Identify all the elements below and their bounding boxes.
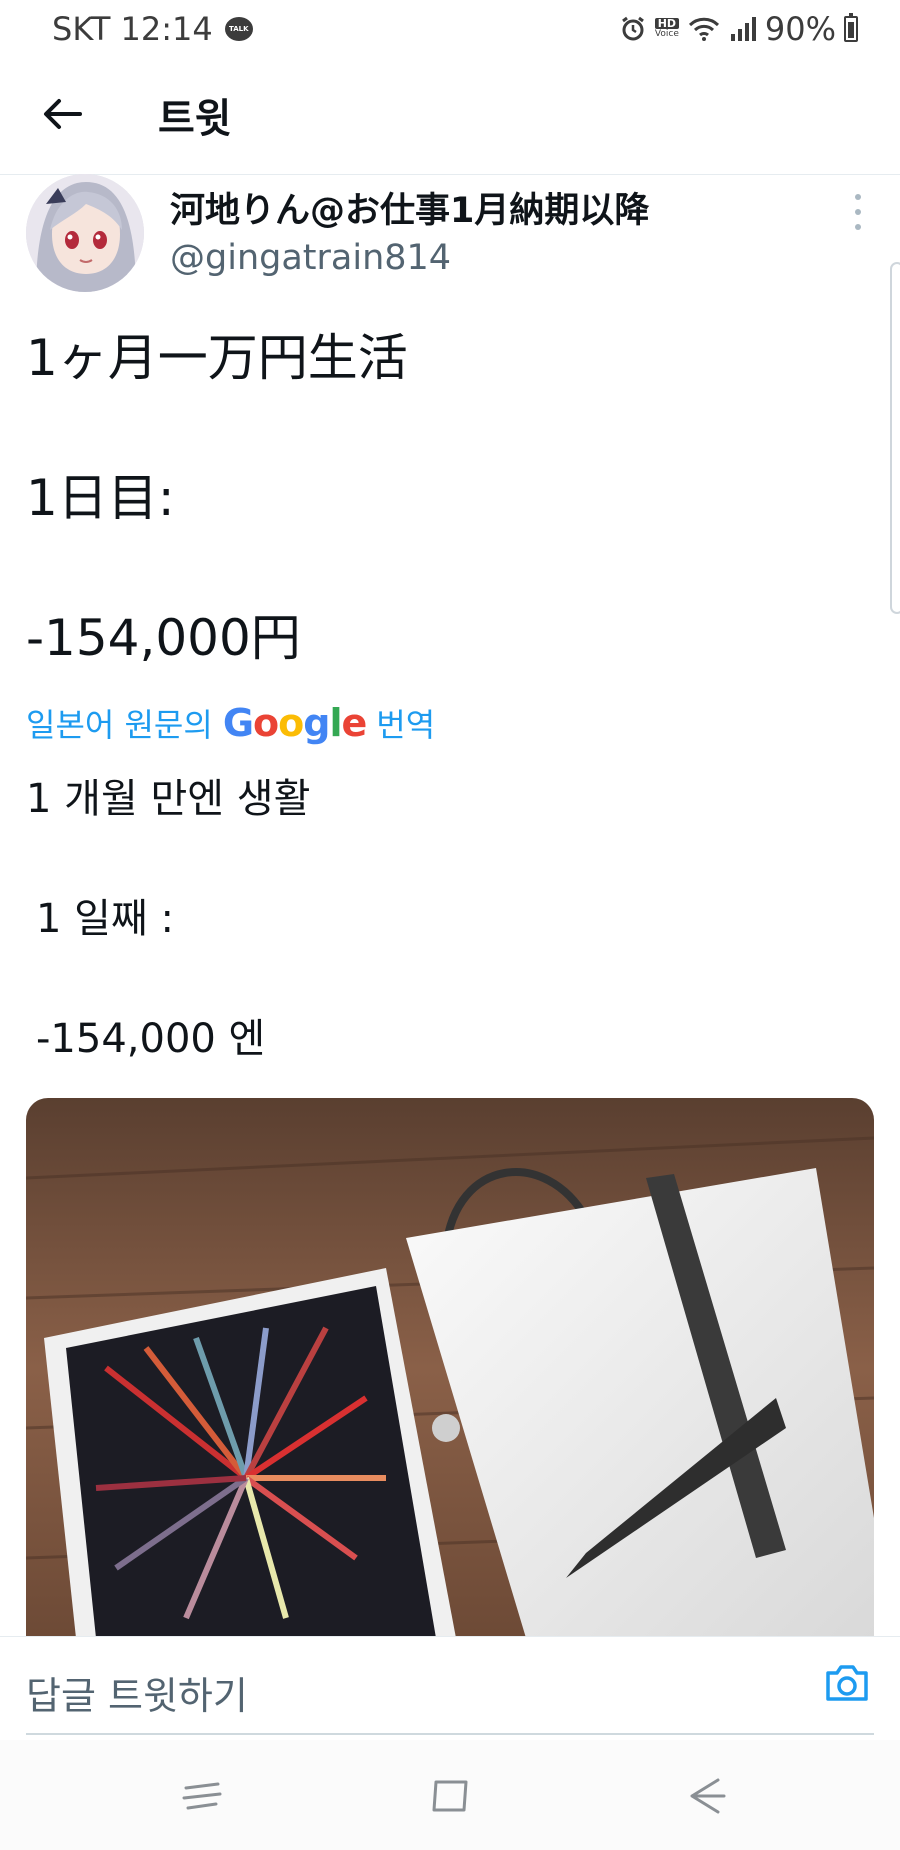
translated-by-google[interactable]: 일본어 원문의 Google 번역 — [26, 700, 435, 746]
translate-suffix: 번역 — [376, 706, 436, 744]
page-title: 트윗 — [158, 96, 232, 142]
signal-icon — [730, 17, 756, 41]
recent-apps-icon — [182, 1782, 222, 1810]
nav-back-button[interactable] — [680, 1770, 732, 1822]
tweet-photo[interactable] — [26, 1098, 874, 1638]
ipad-and-keyboard-photo-icon — [26, 1098, 874, 1638]
google-letter: o — [278, 701, 304, 745]
status-bar: SKT 12:14 TALK HD Voice 90% — [0, 0, 900, 56]
arrow-left-icon — [44, 99, 82, 129]
hd-label: HD — [654, 18, 679, 29]
translate-prefix: 일본어 원문의 — [26, 706, 213, 744]
google-logo: Google — [222, 701, 367, 745]
carrier-time: SKT 12:14 — [52, 10, 213, 48]
avatar[interactable] — [26, 174, 144, 292]
camera-icon — [826, 1665, 868, 1701]
status-left: SKT 12:14 TALK — [52, 10, 253, 48]
app-header: 트윗 — [0, 56, 900, 175]
recent-apps-button[interactable] — [178, 1770, 230, 1822]
tweet-text-line: 1ヶ月一万円生活 — [26, 329, 408, 387]
tweet-text-line: 1日目: — [26, 469, 175, 527]
battery-icon — [844, 13, 858, 42]
divider — [26, 1733, 874, 1735]
google-letter: l — [329, 701, 342, 745]
alarm-icon — [622, 16, 644, 41]
user-handle[interactable]: @gingatrain814 — [170, 238, 451, 278]
display-name[interactable]: 河地りん@お仕事1月納期以降 — [170, 182, 649, 233]
tweet-text-line: -154,000円 — [26, 609, 301, 667]
more-dot — [855, 194, 861, 201]
translated-text-line: 1 일째 : — [36, 896, 174, 942]
back-icon — [690, 1778, 726, 1814]
google-letter: e — [341, 701, 367, 745]
google-letter: g — [303, 701, 330, 745]
kakaotalk-notification-icon: TALK — [224, 17, 253, 41]
reply-bar: 답글 트윗하기 — [0, 1636, 900, 1741]
system-navigation-bar — [0, 1740, 900, 1850]
back-button[interactable] — [34, 86, 90, 142]
anime-avatar-icon — [26, 174, 144, 292]
translated-text-line: -154,000 엔 — [36, 1016, 266, 1062]
scrollbar-handle[interactable] — [890, 262, 900, 614]
voice-label: Voice — [654, 29, 679, 39]
status-right: HD Voice 90% — [619, 10, 858, 48]
google-letter: o — [253, 701, 279, 745]
more-dot — [855, 208, 861, 215]
more-dot — [855, 223, 861, 230]
more-options-button[interactable] — [848, 190, 868, 234]
translated-text-line: 1 개월 만엔 생활 — [26, 776, 311, 822]
home-button[interactable] — [424, 1770, 476, 1822]
camera-button[interactable] — [822, 1657, 872, 1707]
home-icon — [432, 1780, 468, 1812]
hd-voice-icon: HD Voice — [654, 18, 679, 40]
google-letter: G — [222, 701, 254, 745]
wifi-icon — [688, 17, 719, 41]
reply-input[interactable]: 답글 트윗하기 — [26, 1665, 248, 1720]
battery-level: 90% — [764, 10, 836, 48]
